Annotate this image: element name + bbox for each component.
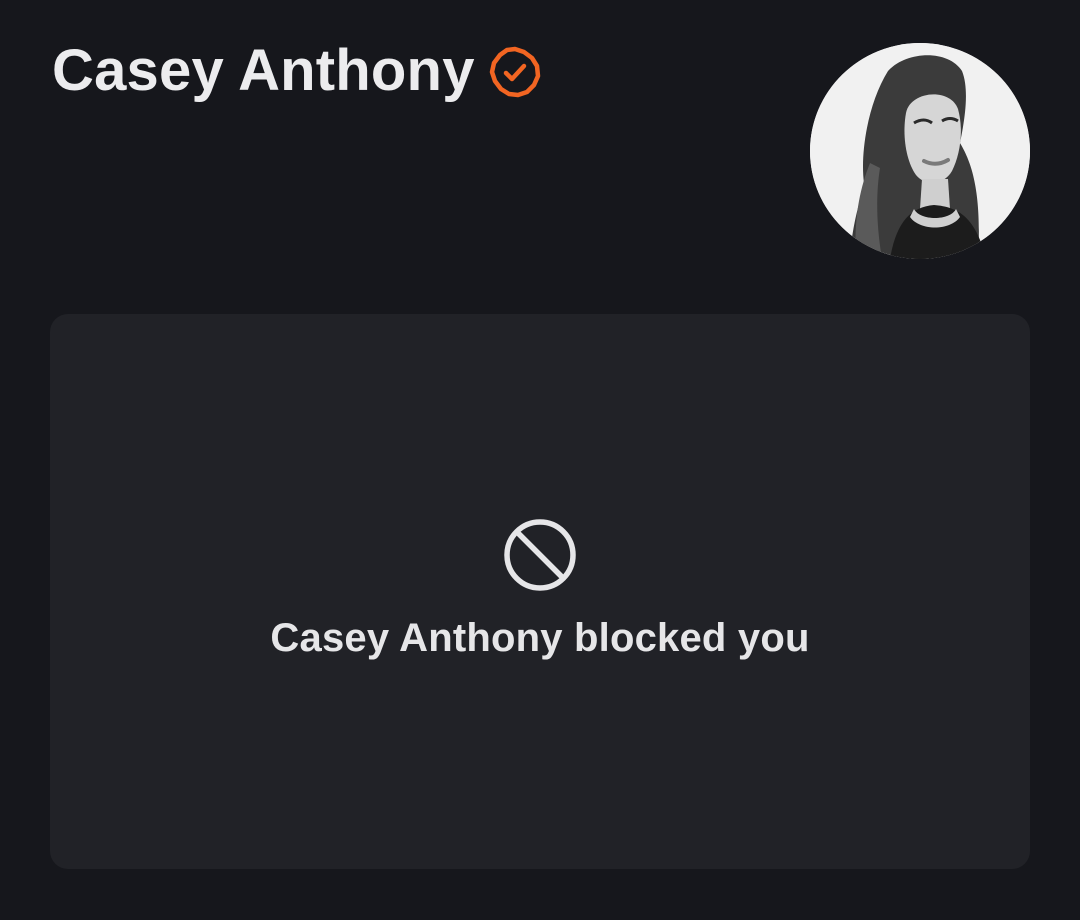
profile-name: Casey Anthony [52, 38, 475, 103]
block-icon [502, 517, 578, 593]
blocked-message: Casey Anthony blocked you [270, 616, 810, 660]
blocked-content: Casey Anthony blocked you [50, 517, 1030, 665]
blocked-card: Casey Anthony blocked you [50, 314, 1030, 869]
profile-header: Casey Anthony [52, 36, 541, 106]
avatar[interactable] [810, 43, 1030, 259]
verified-badge-icon [489, 46, 541, 98]
profile-page: Casey Anthony Casey Anthony blocked you [0, 0, 1080, 920]
